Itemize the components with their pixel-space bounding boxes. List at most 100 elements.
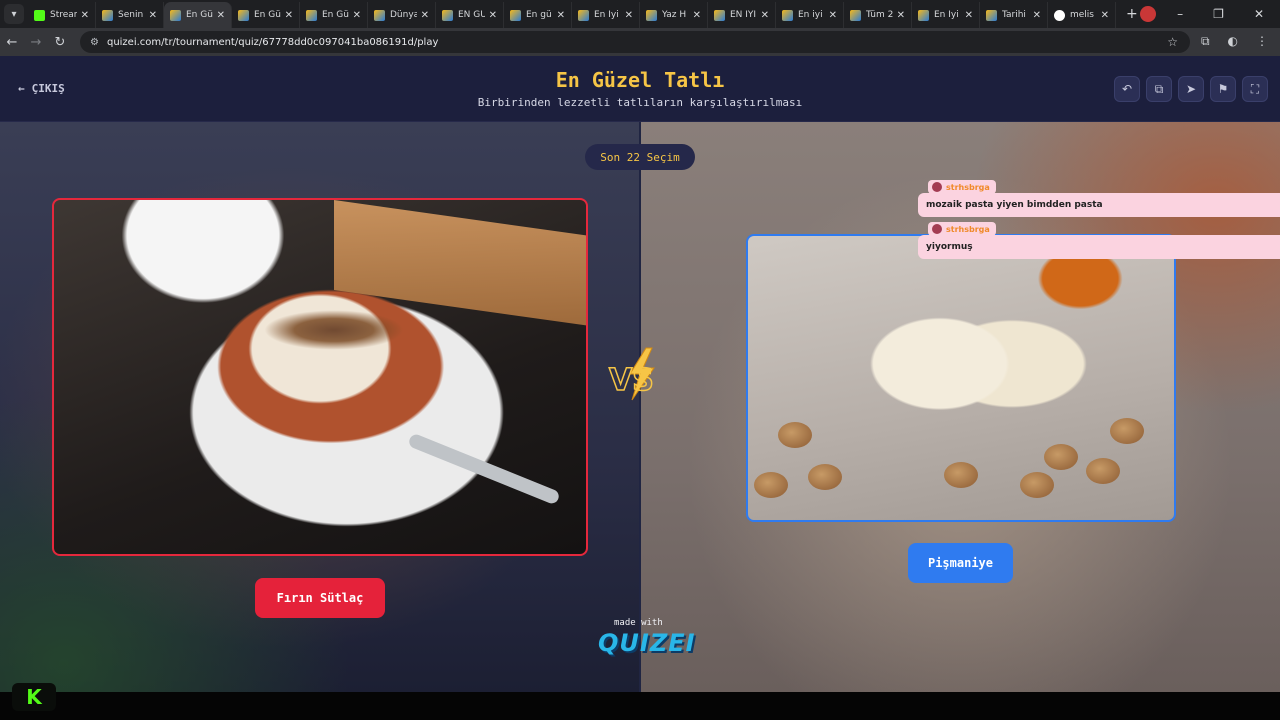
header-actions: ↶ ⧉ ➤ ⚑ ⛶ <box>1114 76 1268 102</box>
option-right-button[interactable]: Pişmaniye <box>908 543 1013 583</box>
fullscreen-icon[interactable]: ⛶ <box>1242 76 1268 102</box>
browser-tab[interactable]: En Gü ✕ <box>232 2 300 28</box>
close-tab-icon[interactable]: ✕ <box>285 10 293 21</box>
browser-tab[interactable]: Dünya ✕ <box>368 2 436 28</box>
quizei-favicon-icon <box>578 9 589 21</box>
browser-tab[interactable]: Tarihi ✕ <box>980 2 1048 28</box>
quiz-page: ← ÇIKIŞ En Güzel Tatlı Birbirinden lezze… <box>0 56 1280 692</box>
tab-search-button[interactable]: ▾ <box>4 4 24 24</box>
forward-arrow-icon[interactable]: → <box>24 35 48 50</box>
quizei-favicon-icon <box>102 9 113 21</box>
browser-tab[interactable]: En İyi ✕ <box>912 2 980 28</box>
close-tab-icon[interactable]: ✕ <box>1101 10 1109 21</box>
pistachio <box>1110 418 1144 444</box>
kick-favicon-icon <box>34 9 45 21</box>
tab-title: EN GÜ <box>458 10 485 20</box>
reload-icon[interactable]: ↻ <box>48 35 72 50</box>
close-tab-icon[interactable]: ✕ <box>965 10 973 21</box>
close-tab-icon[interactable]: ✕ <box>489 10 497 21</box>
tab-title: En Gü <box>322 10 349 20</box>
browser-tab[interactable]: melis ✕ <box>1048 2 1116 28</box>
quizei-favicon-icon <box>646 9 657 21</box>
pistachio <box>754 472 788 498</box>
address-bar[interactable]: ⚙ quizei.com/tr/tournament/quiz/67778dd0… <box>80 31 1190 53</box>
stream-bottom-bar <box>0 692 1280 720</box>
profile-avatar[interactable]: ◐ <box>1228 34 1238 49</box>
caramelized-top <box>264 310 404 350</box>
chrome-menu-icon[interactable]: ⋮ <box>1256 34 1268 49</box>
quiz-subtitle: Birbirinden lezzetli tatlıların karşılaş… <box>477 96 803 109</box>
browser-tab[interactable]: Senin ✕ <box>96 2 164 28</box>
toolbar-icons: ⧉ ◐ ⋮ <box>1201 34 1268 49</box>
option-left-image[interactable] <box>52 198 588 556</box>
browser-tab[interactable]: En İyi ✕ <box>572 2 640 28</box>
browser-tab[interactable]: EN GÜ ✕ <box>436 2 504 28</box>
option-left-button[interactable]: Fırın Sütlaç <box>255 578 385 618</box>
window-controls: – ❐ ✕ <box>1177 0 1280 28</box>
site-settings-icon[interactable]: ⚙ <box>90 37 99 48</box>
chat-username: strhsbrga <box>946 224 990 234</box>
tab-title: En Gü <box>254 10 281 20</box>
pistachio <box>944 462 978 488</box>
quizei-logo[interactable]: QUIZEI <box>598 629 696 657</box>
restore-icon[interactable]: ❐ <box>1213 7 1224 21</box>
close-tab-icon[interactable]: ✕ <box>421 10 429 21</box>
quizei-favicon-icon <box>374 9 385 21</box>
minimize-icon[interactable]: – <box>1177 7 1183 21</box>
quizei-favicon-icon <box>442 9 453 21</box>
back-arrow-icon[interactable]: ← <box>0 35 24 50</box>
quizei-favicon-icon <box>986 9 997 21</box>
vs-lightning-icon: VS <box>608 347 655 401</box>
share-icon[interactable]: ➤ <box>1178 76 1204 102</box>
browser-tab[interactable]: En Gü ✕ <box>164 2 232 28</box>
browser-tab[interactable]: EN İYİ ✕ <box>708 2 776 28</box>
close-tab-icon[interactable]: ✕ <box>761 10 769 21</box>
option-right-label: Pişmaniye <box>927 556 994 570</box>
chat-message-text: yiyormuş <box>926 242 973 252</box>
close-tab-icon[interactable]: ✕ <box>353 10 361 21</box>
pistachio <box>1086 458 1120 484</box>
close-tab-icon[interactable]: ✕ <box>81 10 89 21</box>
close-tab-icon[interactable]: ✕ <box>625 10 633 21</box>
close-tab-icon[interactable]: ✕ <box>217 10 225 21</box>
pistachio <box>808 464 842 490</box>
extensions-icon[interactable]: ⧉ <box>1201 34 1210 49</box>
avatar <box>932 182 942 192</box>
copy-icon[interactable]: ⧉ <box>1146 76 1172 102</box>
tab-title: En gü <box>526 10 552 20</box>
chat-username: strhsbrga <box>946 182 990 192</box>
browser-tab[interactable]: Stream ✕ <box>28 2 96 28</box>
quizei-favicon-icon <box>782 9 793 21</box>
center-divider <box>639 122 641 692</box>
close-tab-icon[interactable]: ✕ <box>557 10 565 21</box>
option-right-image[interactable] <box>746 234 1176 522</box>
tab-title: EN İYİ <box>730 10 757 20</box>
close-tab-icon[interactable]: ✕ <box>1033 10 1041 21</box>
close-window-icon[interactable]: ✕ <box>1254 7 1264 21</box>
close-tab-icon[interactable]: ✕ <box>149 10 157 21</box>
quizei-favicon-icon <box>918 9 929 21</box>
close-tab-icon[interactable]: ✕ <box>829 10 837 21</box>
google-favicon-icon <box>1054 9 1065 21</box>
chat-username-badge: strhsbrga <box>928 180 996 194</box>
quiz-title: En Güzel Tatlı <box>555 68 725 92</box>
tab-title: Stream <box>50 10 77 20</box>
browser-tab[interactable]: En iyi ✕ <box>776 2 844 28</box>
undo-icon[interactable]: ↶ <box>1114 76 1140 102</box>
browser-tab[interactable]: En gü ✕ <box>504 2 572 28</box>
avatar <box>932 224 942 234</box>
new-tab-button[interactable]: + <box>1126 6 1138 22</box>
made-with-text: made with <box>614 618 663 628</box>
close-tab-icon[interactable]: ✕ <box>897 10 905 21</box>
extension-pen-icon[interactable] <box>1140 6 1156 22</box>
tab-title: melis <box>1070 10 1094 20</box>
close-tab-icon[interactable]: ✕ <box>693 10 701 21</box>
tab-title: Tarihi <box>1002 10 1026 20</box>
browser-tab[interactable]: En Gü ✕ <box>300 2 368 28</box>
flag-icon[interactable]: ⚑ <box>1210 76 1236 102</box>
browser-tab[interactable]: Yaz H ✕ <box>640 2 708 28</box>
browser-tab[interactable]: Tüm 2 ✕ <box>844 2 912 28</box>
round-badge: Son 22 Seçim <box>585 144 695 170</box>
bookmark-star-icon[interactable]: ☆ <box>1167 35 1178 49</box>
quizei-favicon-icon <box>170 9 181 21</box>
